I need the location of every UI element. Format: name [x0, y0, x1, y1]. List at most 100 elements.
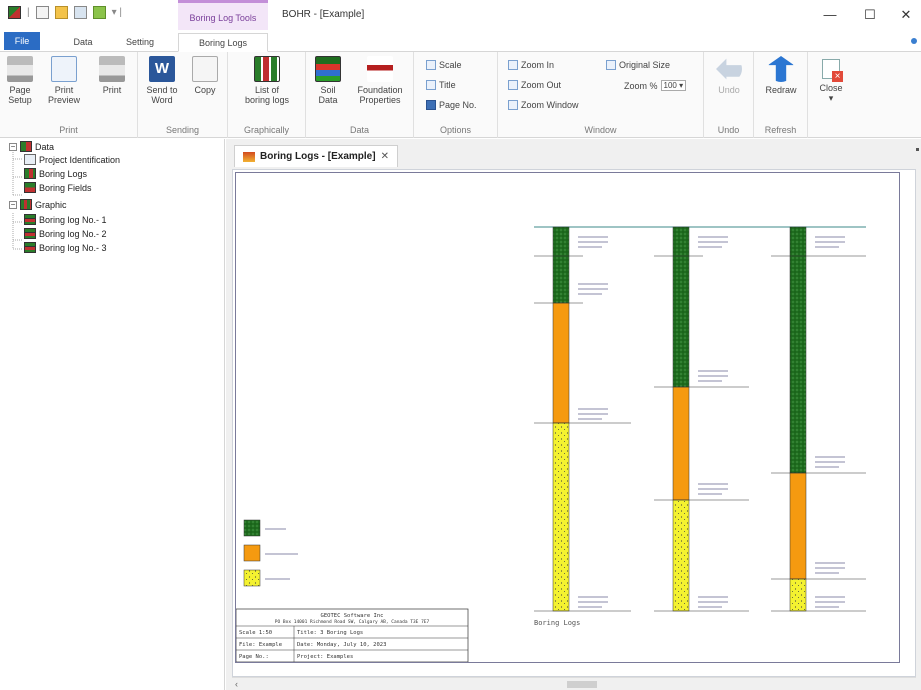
tree-node-project-identification[interactable]: Project Identification [24, 154, 120, 165]
print-preview-icon [51, 56, 77, 82]
document-tab-icon [243, 151, 255, 162]
group-undo: Undo Undo [704, 52, 754, 138]
tree-node-boring-log-3[interactable]: Boring log No.- 3 [24, 242, 107, 253]
legend-swatch-topsoil [243, 519, 261, 537]
tree-node-boring-logs[interactable]: Boring Logs [24, 168, 87, 179]
soil-layer [672, 499, 690, 612]
new-file-icon[interactable] [35, 6, 49, 19]
page-no-option[interactable]: Page No. [426, 100, 477, 110]
group-label-sending: Sending [165, 125, 200, 135]
soil-data-button[interactable]: Soil Data [310, 56, 346, 105]
document-area: Boring Logs - [Example] ✕ Boring Logs GE… [226, 139, 921, 690]
page-setup-icon [7, 56, 33, 82]
collapse-icon[interactable]: − [9, 142, 17, 151]
graphic-folder-icon [20, 199, 32, 210]
soil-layer [789, 578, 807, 612]
tree-node-boring-log-2[interactable]: Boring log No.- 2 [24, 228, 107, 239]
boring-logs-drawing: Boring Logs GEOTEC Software Inc PO Box 1… [235, 226, 866, 663]
horizontal-scrollbar[interactable]: ‹ [232, 677, 916, 690]
save-icon[interactable] [73, 6, 87, 19]
close-window-button[interactable]: ✕ [891, 4, 921, 26]
close-tab-icon[interactable]: ✕ [381, 151, 389, 162]
title-option[interactable]: Title [426, 80, 456, 90]
separator: | [27, 7, 30, 18]
tab-file[interactable]: File [4, 32, 40, 50]
run-icon[interactable] [92, 6, 106, 19]
zoom-window-icon [508, 100, 518, 110]
group-window: Zoom In Zoom Out Zoom Window Original Si… [498, 52, 704, 138]
copy-button[interactable]: Copy [188, 56, 222, 95]
zoom-percent-select[interactable]: 100 ▾ [660, 80, 687, 91]
tree-node-graphic[interactable]: − Graphic [9, 199, 67, 210]
soil-layer [672, 226, 690, 388]
print-preview-button[interactable]: Print Preview [46, 56, 82, 105]
collapse-icon[interactable]: − [9, 200, 17, 209]
tab-data[interactable]: Data [66, 33, 100, 52]
zoom-out-icon [508, 80, 518, 90]
zoom-percent-control[interactable]: Zoom % 100 ▾ [624, 80, 687, 91]
list-of-boring-logs-button[interactable]: List of boring logs [234, 56, 300, 105]
legend-swatch-clay [243, 544, 261, 562]
page-setup-button[interactable]: Page Setup [2, 56, 38, 105]
foundation-icon [367, 56, 393, 82]
app-icon[interactable] [8, 6, 21, 19]
title-block-date: Date: Monday, July 10, 2023 [297, 642, 386, 648]
zoom-out-button[interactable]: Zoom Out [508, 80, 561, 90]
title-block-title: Title: 3 Boring Logs [297, 630, 363, 636]
open-folder-icon[interactable] [54, 6, 68, 19]
quick-access-toolbar: | ▾ | [8, 6, 122, 19]
legend-swatch-sand [243, 569, 261, 587]
title-block-project: Project: Examples [297, 654, 353, 660]
boring-log-icon [24, 242, 36, 253]
soil-layer [789, 472, 807, 580]
original-size-button[interactable]: Original Size [606, 60, 670, 70]
group-label-graphically: Graphically [243, 125, 290, 135]
zoom-in-button[interactable]: Zoom In [508, 60, 554, 70]
ribbon-options-icon[interactable] [911, 38, 917, 44]
foundation-properties-button[interactable]: Foundation Properties [350, 56, 410, 105]
tree-node-boring-log-1[interactable]: Boring log No.- 1 [24, 214, 107, 225]
scale-icon [426, 60, 436, 70]
send-to-word-button[interactable]: W Send to Word [142, 56, 182, 105]
soil-layer [552, 226, 570, 304]
printer-icon [99, 56, 125, 82]
close-document-icon [822, 59, 843, 82]
tab-setting[interactable]: Setting [118, 33, 162, 52]
group-label-window: Window [584, 125, 617, 135]
title-icon [426, 80, 436, 90]
soil-layer [789, 226, 807, 474]
print-button[interactable]: Print [94, 56, 130, 95]
tree-node-boring-fields[interactable]: Boring Fields [24, 182, 92, 193]
group-label-undo: Undo [717, 125, 740, 135]
boring-log-icon [24, 214, 36, 225]
scrollbar-thumb[interactable] [567, 681, 597, 688]
drawing-canvas[interactable]: Boring Logs GEOTEC Software Inc PO Box 1… [232, 169, 916, 677]
maximize-button[interactable]: ☐ [855, 4, 885, 26]
group-label-refresh: Refresh [764, 125, 797, 135]
group-label-options: Options [439, 125, 472, 135]
close-button[interactable]: Close ▾ [812, 56, 850, 103]
group-data: Soil Data Foundation Properties Data [306, 52, 414, 138]
scale-option[interactable]: Scale [426, 60, 462, 70]
boring-logs-list-icon [254, 56, 280, 82]
title-block-file: File: Example [239, 642, 282, 648]
title-bar: | ▾ | Boring Log Tools BOHR - [Example] … [0, 0, 921, 30]
undo-icon [716, 58, 742, 80]
zoom-in-icon [508, 60, 518, 70]
tree-node-data[interactable]: − Data [9, 141, 54, 152]
original-size-icon [606, 60, 616, 70]
title-block-page: Page No.: [239, 654, 269, 660]
group-print: Page Setup Print Preview Print Print [0, 52, 138, 138]
minimize-button[interactable]: — [815, 4, 845, 26]
qat-more-icon[interactable]: ▾ | [112, 7, 122, 18]
document-tab[interactable]: Boring Logs - [Example] ✕ [234, 145, 398, 167]
scroll-left-icon[interactable]: ‹ [235, 679, 238, 689]
document-icon [24, 154, 36, 165]
panel-dot [916, 148, 919, 151]
soil-layer [552, 422, 570, 612]
undo-button[interactable]: Undo [710, 56, 748, 95]
zoom-window-button[interactable]: Zoom Window [508, 100, 579, 110]
tab-boring-logs[interactable]: Boring Logs [178, 33, 268, 52]
data-folder-icon [20, 141, 32, 152]
redraw-button[interactable]: Redraw [760, 56, 802, 95]
